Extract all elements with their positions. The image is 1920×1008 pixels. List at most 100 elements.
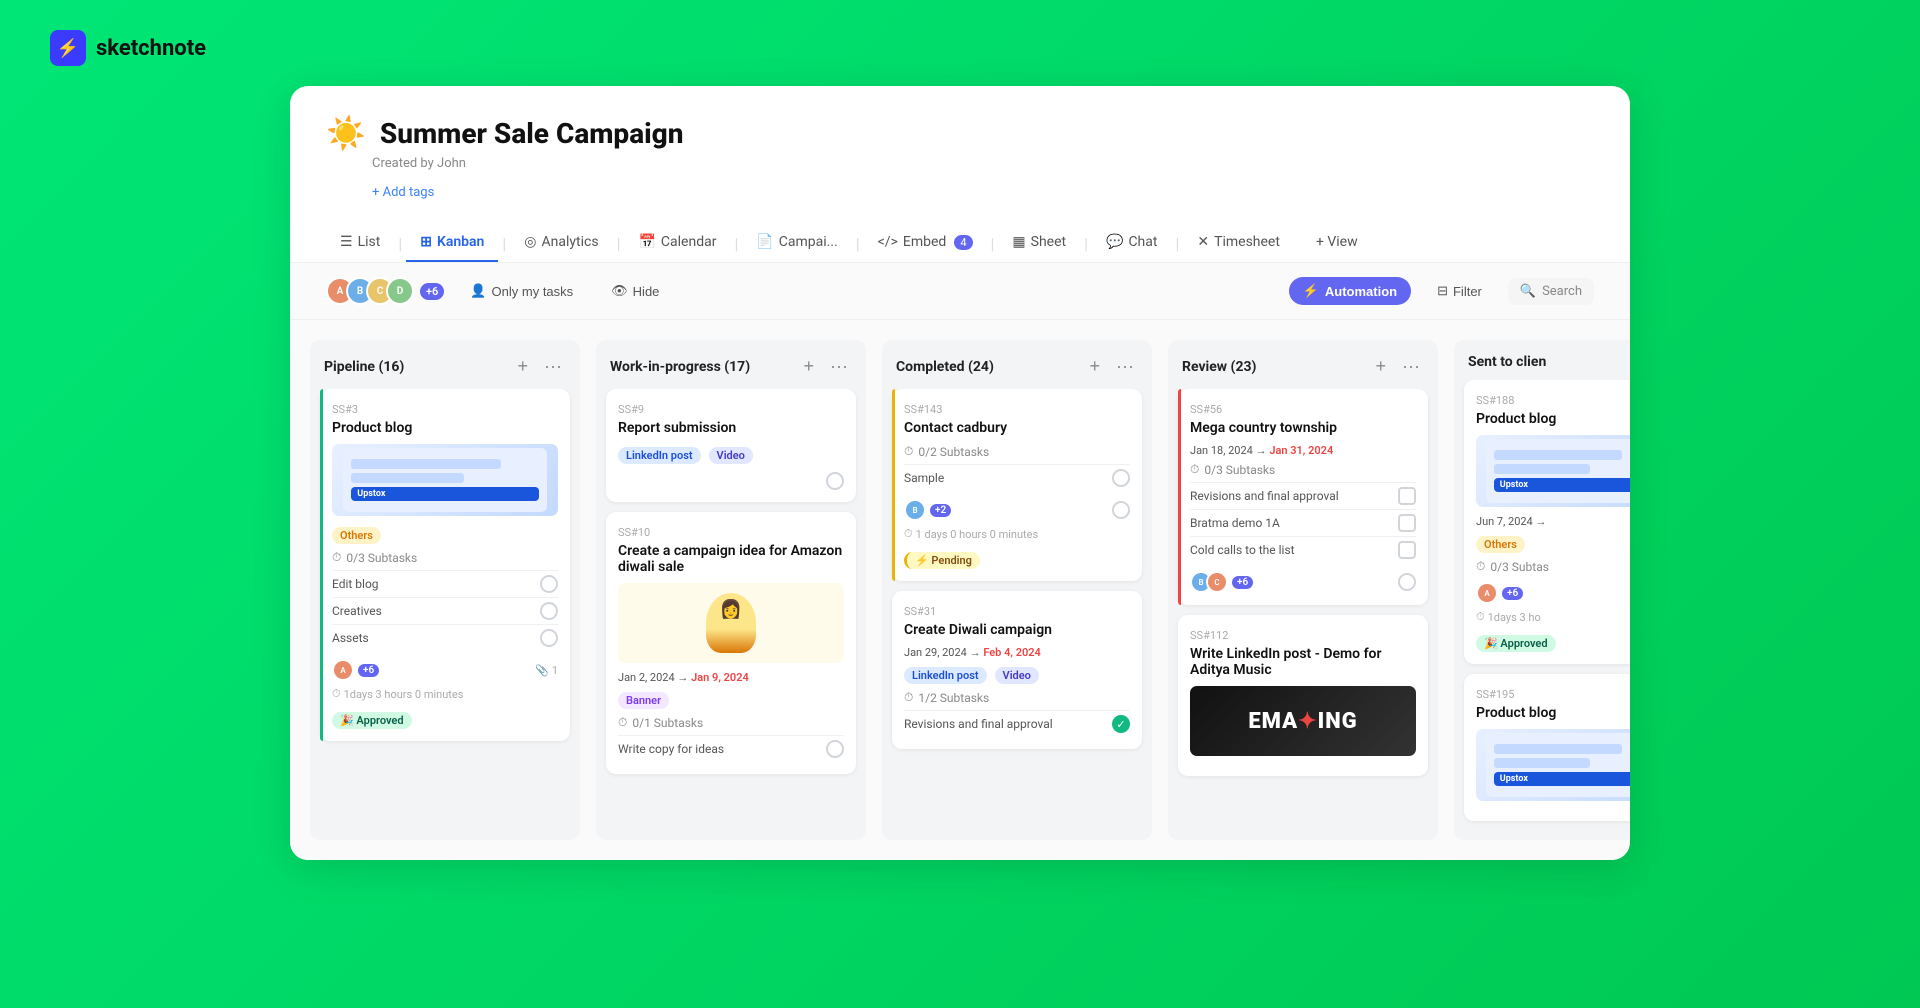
add-tags-btn[interactable]: + Add tags [372, 185, 434, 200]
tab-divider-6: | [987, 234, 999, 253]
card-ss31-dates: Jan 29, 2024 → Feb 4, 2024 [904, 646, 1130, 659]
wip-more-btn[interactable]: ··· [826, 354, 852, 379]
created-by: Created by John [372, 156, 1594, 171]
card-ss3-avcount: +6 [358, 664, 379, 677]
card-ss112[interactable]: SS#112 Write LinkedIn post - Demo for Ad… [1178, 615, 1428, 776]
automation-btn[interactable]: ⚡ Automation [1289, 277, 1411, 305]
card-ss143-title: Contact cadbury [904, 420, 1130, 436]
wip-add-btn[interactable]: + [800, 354, 819, 379]
card-ss10-tags: Banner [618, 689, 844, 709]
card-ss31[interactable]: SS#31 Create Diwali campaign Jan 29, 202… [892, 591, 1142, 749]
completed-add-btn[interactable]: + [1086, 354, 1105, 379]
kanban-icon: ⊞ [420, 234, 432, 250]
subtask-writecopy[interactable]: Write copy for ideas [618, 735, 844, 762]
subtasks-icon-ss56: ⏱ [1190, 462, 1199, 477]
subtask-creatives[interactable]: Creatives [332, 597, 558, 624]
card-ss56-border [1178, 389, 1181, 605]
subtask-revisions[interactable]: Revisions and final approval ✓ [904, 710, 1130, 737]
card-ss188-time: ⏱ 1days 3 ho [1476, 610, 1630, 624]
logo[interactable]: ⚡ sketchnote [50, 30, 206, 66]
ss10-end-date: Jan 9, 2024 [691, 671, 749, 684]
card-ss143-status: ⚡ Pending [904, 549, 1130, 569]
upstox-label-195: Upstox [1494, 772, 1630, 786]
pipeline-more-btn[interactable]: ··· [540, 354, 566, 379]
tab-view[interactable]: + View [1302, 224, 1372, 262]
tab-timesheet[interactable]: ✕ Timesheet [1183, 224, 1294, 262]
tab-divider-5: | [852, 234, 864, 253]
search-box[interactable]: 🔍 Search [1508, 278, 1594, 305]
attachment-count: 1 [552, 664, 558, 677]
card-ss10-dates: Jan 2, 2024 → Jan 9, 2024 [618, 671, 844, 684]
subtask-sample-check [1112, 469, 1130, 487]
card-ss3-time: ⏱ 1days 3 hours 0 minutes [332, 687, 558, 701]
card-ss188-tags: Others [1476, 533, 1630, 553]
tab-divider: | [394, 234, 406, 253]
subtask-revisions-label-ss56: Revisions and final approval [1190, 489, 1339, 503]
upstox-label: Upstox [351, 487, 538, 501]
subtask-bratma[interactable]: Bratma demo 1A [1190, 509, 1416, 536]
card-ss195-id: SS#195 [1476, 688, 1630, 701]
review-add-btn[interactable]: + [1372, 354, 1391, 379]
only-my-tasks-btn[interactable]: 👤 Only my tasks [458, 277, 585, 305]
tab-list[interactable]: ☰ List [326, 224, 394, 262]
card-ss3-footer: A +6 📎 1 [332, 659, 558, 681]
subtask-bratma-label: Bratma demo 1A [1190, 516, 1280, 530]
timesheet-icon: ✕ [1197, 234, 1209, 250]
tag-video-ss31: Video [995, 667, 1039, 684]
subtasks-icon-ss188: ⏱ [1476, 559, 1485, 574]
project-title: Summer Sale Campaign [380, 117, 684, 150]
filter-btn[interactable]: ⊟ Filter [1425, 277, 1494, 305]
tab-kanban[interactable]: ⊞ Kanban [406, 224, 498, 262]
subtask-editblog-label: Edit blog [332, 577, 379, 591]
card-ss9[interactable]: SS#9 Report submission LinkedIn post Vid… [606, 389, 856, 502]
avatar-4: D [386, 277, 414, 305]
card-ss56-dates: Jan 18, 2024 → Jan 31, 2024 [1190, 444, 1416, 457]
tab-sheet-label: Sheet [1031, 234, 1066, 250]
subtask-revisions-ss56[interactable]: Revisions and final approval [1190, 482, 1416, 509]
avatar-count: +6 [420, 283, 444, 300]
card-ss188-status: 🎉 Approved [1476, 632, 1630, 652]
tab-calendar[interactable]: 📅 Calendar [624, 224, 730, 262]
card-ss10-subtasks: ⏱ 0/1 Subtasks [618, 715, 844, 730]
subtask-creatives-label: Creatives [332, 604, 382, 618]
tag-video-ss9: Video [709, 447, 753, 464]
time-label-ss143: 1 days 0 hours 0 minutes [916, 528, 1039, 541]
tab-analytics[interactable]: ◎ Analytics [510, 224, 612, 262]
card-ss3[interactable]: SS#3 Product blog Upstox Others ⏱ [320, 389, 570, 741]
avatars-group: A B C D +6 [326, 277, 444, 305]
column-wip: Work-in-progress (17) + ··· SS#9 Report … [596, 340, 866, 840]
card-ss188[interactable]: SS#188 Product blog Upstox Jun 7, 2024 →… [1464, 380, 1630, 664]
column-completed-header: Completed (24) + ··· [882, 340, 1152, 389]
tab-divider-7: | [1080, 234, 1092, 253]
search-icon: 🔍 [1520, 284, 1536, 299]
pipeline-add-btn[interactable]: + [514, 354, 533, 379]
card-ss188-id: SS#188 [1476, 394, 1630, 407]
time-label-ss3: 1days 3 hours 0 minutes [344, 688, 464, 701]
card-ss56[interactable]: SS#56 Mega country township Jan 18, 2024… [1178, 389, 1428, 605]
tab-sheet[interactable]: ▦ Sheet [998, 224, 1080, 262]
list-icon: ☰ [340, 234, 353, 250]
card-ss10[interactable]: SS#10 Create a campaign idea for Amazon … [606, 512, 856, 774]
card-ss56-avatars: B C +6 [1190, 571, 1253, 593]
subtask-coldcalls[interactable]: Cold calls to the list [1190, 536, 1416, 563]
card-ss3-attachment: 📎 1 [535, 664, 558, 677]
card-ss56-subtasks: ⏱ 0/3 Subtasks [1190, 462, 1416, 477]
card-ss188-avatars: A +6 [1476, 582, 1523, 604]
subtask-sample[interactable]: Sample [904, 464, 1130, 491]
card-ss143[interactable]: SS#143 Contact cadbury ⏱ 0/2 Subtasks Sa… [892, 389, 1142, 581]
card-ss9-tags: LinkedIn post Video [618, 444, 844, 464]
review-more-btn[interactable]: ··· [1398, 354, 1424, 379]
card-ss143-footer: B +2 [904, 499, 1130, 521]
subtask-assets[interactable]: Assets [332, 624, 558, 651]
card-ss56-footer: B C +6 [1190, 571, 1416, 593]
upstox-inner-195: Upstox [1486, 733, 1630, 798]
tab-embed[interactable]: </> Embed 4 [864, 224, 987, 262]
hide-icon: 👁 [611, 283, 628, 299]
column-pipeline-actions: + ··· [514, 354, 567, 379]
card-ss195[interactable]: SS#195 Product blog Upstox [1464, 674, 1630, 821]
completed-more-btn[interactable]: ··· [1112, 354, 1138, 379]
hide-btn[interactable]: 👁 Hide [599, 277, 671, 305]
tab-chat[interactable]: 💬 Chat [1092, 224, 1171, 262]
tab-campaign[interactable]: 📄 Campai... [742, 224, 851, 262]
subtask-editblog[interactable]: Edit blog [332, 570, 558, 597]
